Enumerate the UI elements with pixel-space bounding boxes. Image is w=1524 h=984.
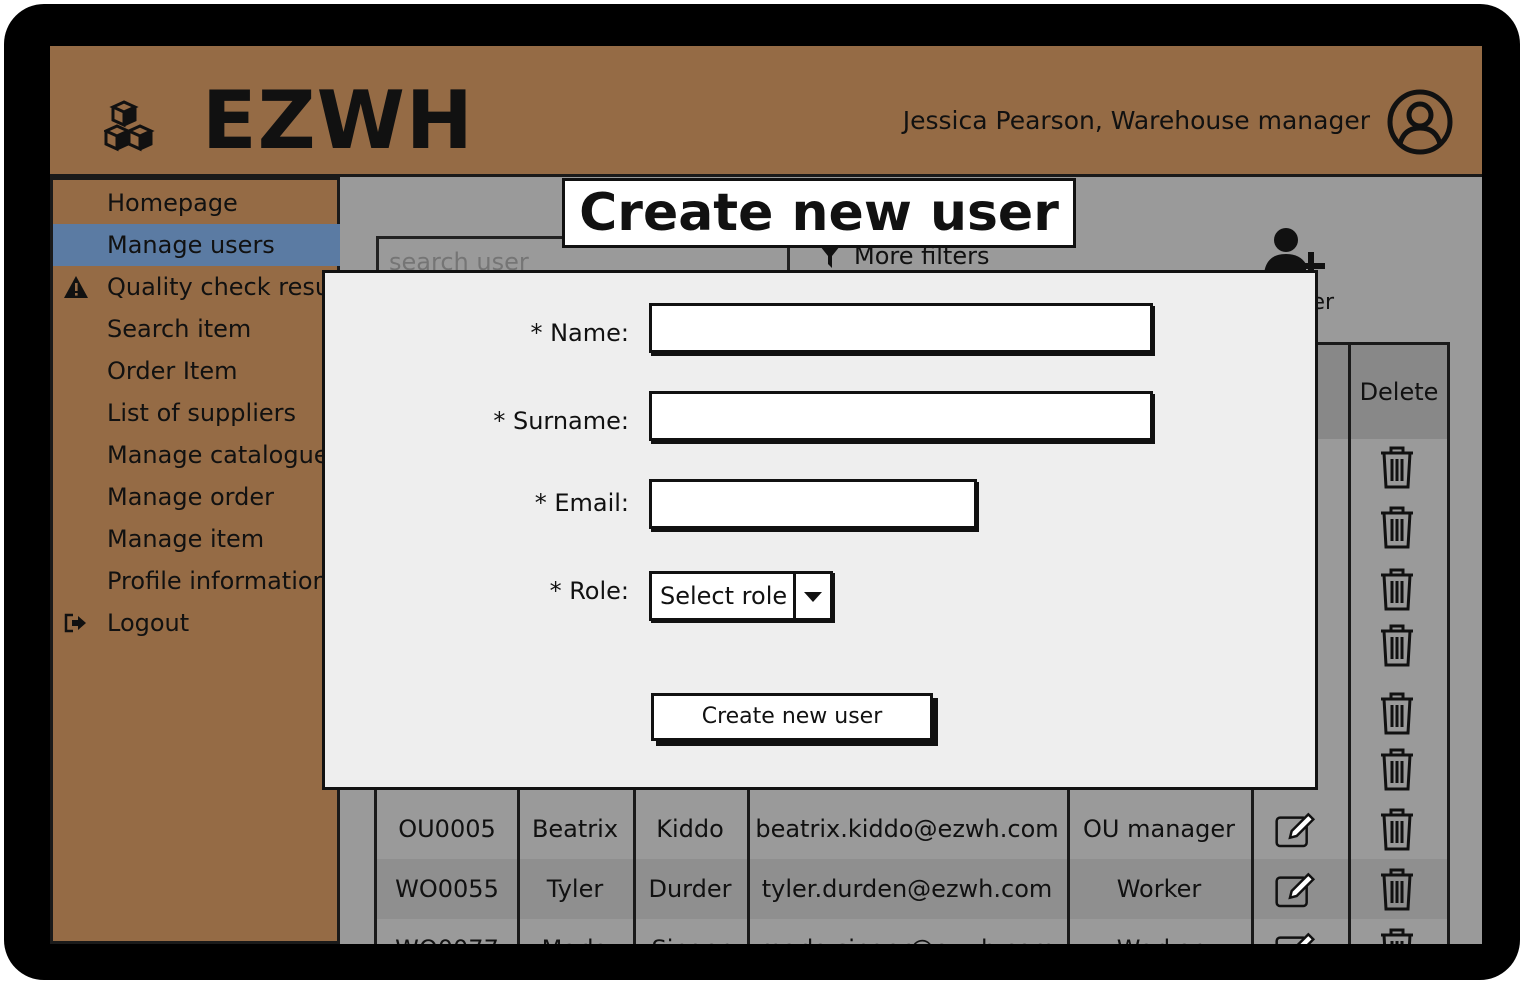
create-user-modal: * Name: * Surname: * Email: * Role: Sele… xyxy=(322,270,1318,790)
user-avatar-icon[interactable] xyxy=(1386,88,1454,156)
name-input[interactable] xyxy=(652,306,1150,350)
sidebar-item-homepage[interactable]: Homepage xyxy=(53,182,340,224)
trash-icon[interactable] xyxy=(1377,691,1417,735)
sidebar-item-logout[interactable]: Logout xyxy=(53,602,340,644)
trash-icon[interactable] xyxy=(1377,445,1417,489)
trash-icon[interactable] xyxy=(1377,505,1417,549)
trash-icon[interactable] xyxy=(1377,623,1417,667)
email-input[interactable] xyxy=(652,482,974,526)
cell-email: marla.singer@ezwh.com xyxy=(747,919,1067,944)
edit-icon[interactable] xyxy=(1275,929,1315,944)
sidebar-item-manage-order[interactable]: Manage order xyxy=(53,476,340,518)
app-screen: EZWH Jessica Pearson, Warehouse manager … xyxy=(50,46,1482,944)
modal-title: Create new user xyxy=(562,178,1076,248)
trash-icon[interactable] xyxy=(1377,867,1417,911)
cell-name: Tyler xyxy=(546,875,604,903)
surname-field[interactable] xyxy=(649,391,1153,441)
surname-label: * Surname: xyxy=(493,407,629,435)
cell-role: Worker xyxy=(1067,919,1251,944)
sidebar-item-manage-users[interactable]: Manage users xyxy=(53,224,340,266)
cell-id: WO0055 xyxy=(395,875,499,903)
app-title: EZWH xyxy=(202,74,474,167)
sidebar-item-label: Quality check resu xyxy=(107,273,331,301)
device-frame: EZWH Jessica Pearson, Warehouse manager … xyxy=(4,4,1520,980)
cell-role: OU manager xyxy=(1083,815,1235,843)
cell-name: Beatrix xyxy=(531,815,619,843)
cell-email: beatrix.kiddo@ezwh.com xyxy=(755,815,1059,843)
name-label: * Name: xyxy=(530,319,629,347)
trash-icon[interactable] xyxy=(1377,567,1417,611)
filter-icon xyxy=(820,246,840,268)
cell-surname: Singer xyxy=(633,919,747,944)
logout-icon xyxy=(64,613,86,633)
cell-id: OU0005 xyxy=(398,815,496,843)
sidebar-item-label: Logout xyxy=(107,609,190,637)
edit-icon[interactable] xyxy=(1275,869,1315,913)
cell-role: Worker xyxy=(1116,875,1202,903)
trash-icon[interactable] xyxy=(1377,927,1417,944)
email-field[interactable] xyxy=(649,479,977,529)
sidebar-item-list-of-suppliers[interactable]: List of suppliers xyxy=(53,392,340,434)
role-label: * Role: xyxy=(549,577,629,605)
name-field[interactable] xyxy=(649,303,1153,353)
sidebar-item-label: Manage order xyxy=(107,483,274,511)
sidebar-item-profile-information[interactable]: Profile information xyxy=(53,560,340,602)
sidebar-item-label: Manage users xyxy=(107,231,275,259)
column-divider xyxy=(1348,345,1351,944)
cell-surname: Durder xyxy=(648,875,732,903)
sidebar-item-label: Manage catalogue xyxy=(107,441,329,469)
cell-id: WO0077 xyxy=(377,919,517,944)
sidebar-item-order-item[interactable]: Order Item xyxy=(53,350,340,392)
role-select-value: Select role xyxy=(660,582,788,610)
delete-column-header: Delete xyxy=(1351,345,1447,439)
trash-icon[interactable] xyxy=(1377,807,1417,851)
sidebar-item-label: Order Item xyxy=(107,357,238,385)
sidebar-item-label: Homepage xyxy=(107,189,238,217)
cell-surname: Kiddo xyxy=(656,815,724,843)
email-label: * Email: xyxy=(534,489,629,517)
app-header: EZWH Jessica Pearson, Warehouse manager xyxy=(50,46,1482,177)
edit-icon[interactable] xyxy=(1275,809,1315,853)
sidebar: Homepage Manage users Quality check resu Se… xyxy=(50,177,340,944)
warning-icon xyxy=(64,276,88,298)
role-select[interactable]: Select role xyxy=(649,571,833,621)
sidebar-item-label: Manage item xyxy=(107,525,265,553)
sidebar-item-label: Search item xyxy=(107,315,252,343)
sidebar-item-manage-item[interactable]: Manage item xyxy=(53,518,340,560)
sidebar-item-search-item[interactable]: Search item xyxy=(53,308,340,350)
current-user-label: Jessica Pearson, Warehouse manager xyxy=(902,106,1370,135)
create-user-button[interactable]: Create new user xyxy=(651,693,933,741)
cell-email: tyler.durden@ezwh.com xyxy=(761,875,1053,903)
sidebar-item-quality-check-resu[interactable]: Quality check resu xyxy=(53,266,340,308)
chevron-down-icon[interactable] xyxy=(793,574,830,618)
boxes-logo-icon xyxy=(104,100,155,152)
sidebar-item-manage-catalogue[interactable]: Manage catalogue xyxy=(53,434,340,476)
surname-input[interactable] xyxy=(652,394,1150,438)
cell-name: Marla xyxy=(517,919,633,944)
sidebar-item-label: List of suppliers xyxy=(107,399,296,427)
sidebar-item-label: Profile information xyxy=(107,567,328,595)
trash-icon[interactable] xyxy=(1377,747,1417,791)
